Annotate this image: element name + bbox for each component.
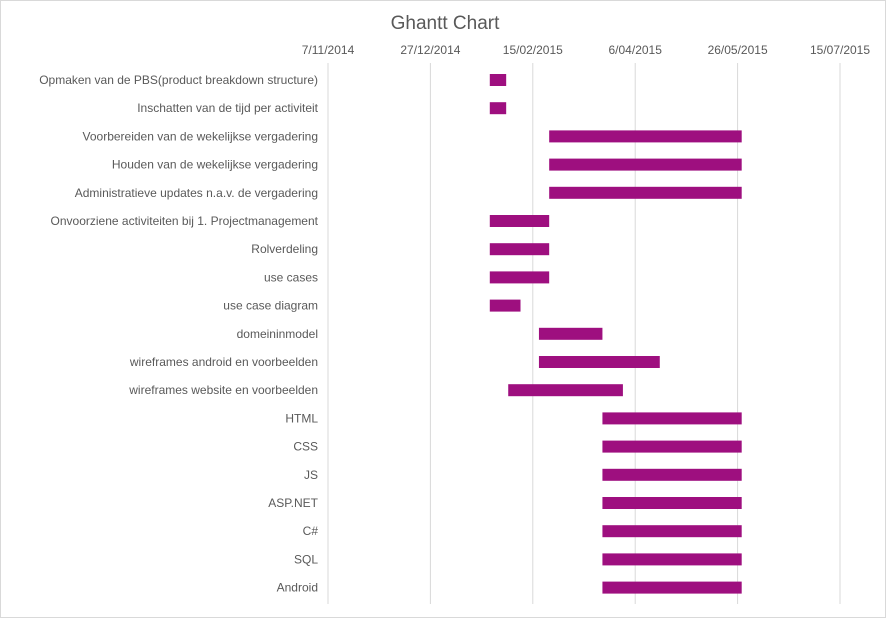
task-bar — [549, 158, 742, 171]
task-bar — [489, 74, 507, 86]
task-bar — [602, 525, 742, 538]
chart-frame: Ghantt Chart 7/11/2014 27/12/2014 15/02/20… — [0, 0, 886, 618]
task-label: JS — [304, 468, 318, 482]
task-bar — [489, 271, 550, 284]
x-tick-label: 15/02/2015 — [503, 43, 563, 57]
task-bar — [602, 497, 742, 509]
task-bar — [489, 215, 550, 227]
gantt-chart: Ghantt Chart 7/11/2014 27/12/2014 15/02/20… — [39, 13, 871, 604]
task-label: use cases — [264, 270, 318, 284]
task-label: use case diagram — [223, 299, 318, 313]
x-tick-label: 26/05/2015 — [708, 43, 768, 57]
task-bars — [489, 74, 742, 594]
x-tick-label: 7/11/2014 — [302, 43, 355, 57]
x-tick-label: 6/04/2015 — [609, 43, 663, 57]
task-bar — [538, 327, 603, 340]
x-tick-label: 15/07/2015 — [810, 43, 870, 57]
task-label: wireframes website en voorbeelden — [128, 383, 318, 397]
task-label: wireframes android en voorbeelden — [129, 355, 318, 369]
task-label: Voorbereiden van de wekelijkse vergaderi… — [83, 129, 318, 143]
x-tick-label: 27/12/2014 — [400, 43, 460, 57]
task-bar — [602, 581, 742, 594]
task-label: Inschatten van de tijd per activiteit — [137, 101, 318, 115]
task-bar — [549, 186, 742, 199]
task-bar — [602, 440, 742, 453]
task-label: domeininmodel — [237, 327, 318, 341]
task-label: Houden van de wekelijkse vergadering — [112, 158, 318, 172]
task-labels: Opmaken van de PBS(product breakdown str… — [39, 73, 318, 595]
task-label: Onvoorziene activiteiten bij 1. Projectm… — [51, 214, 319, 228]
task-label: Administratieve updates n.a.v. de vergad… — [75, 186, 318, 200]
task-label: C# — [303, 524, 319, 538]
task-bar — [549, 130, 742, 143]
task-label: HTML — [285, 411, 318, 425]
task-label: CSS — [293, 440, 318, 454]
task-label: Opmaken van de PBS(product breakdown str… — [39, 73, 318, 87]
task-bar — [489, 102, 507, 115]
task-bar — [602, 468, 742, 481]
task-bar — [602, 412, 742, 425]
task-bar — [602, 553, 742, 566]
task-label: Android — [277, 581, 318, 595]
x-axis-ticks: 7/11/2014 27/12/2014 15/02/2015 6/04/2015 26… — [302, 43, 871, 57]
task-label: ASP.NET — [268, 496, 318, 510]
task-bar — [489, 243, 550, 256]
task-bar — [538, 356, 660, 368]
task-label: SQL — [294, 552, 318, 566]
task-bar — [489, 299, 521, 312]
task-label: Rolverdeling — [251, 242, 318, 256]
chart-title: Ghantt Chart — [391, 13, 500, 34]
task-bar — [508, 384, 623, 397]
